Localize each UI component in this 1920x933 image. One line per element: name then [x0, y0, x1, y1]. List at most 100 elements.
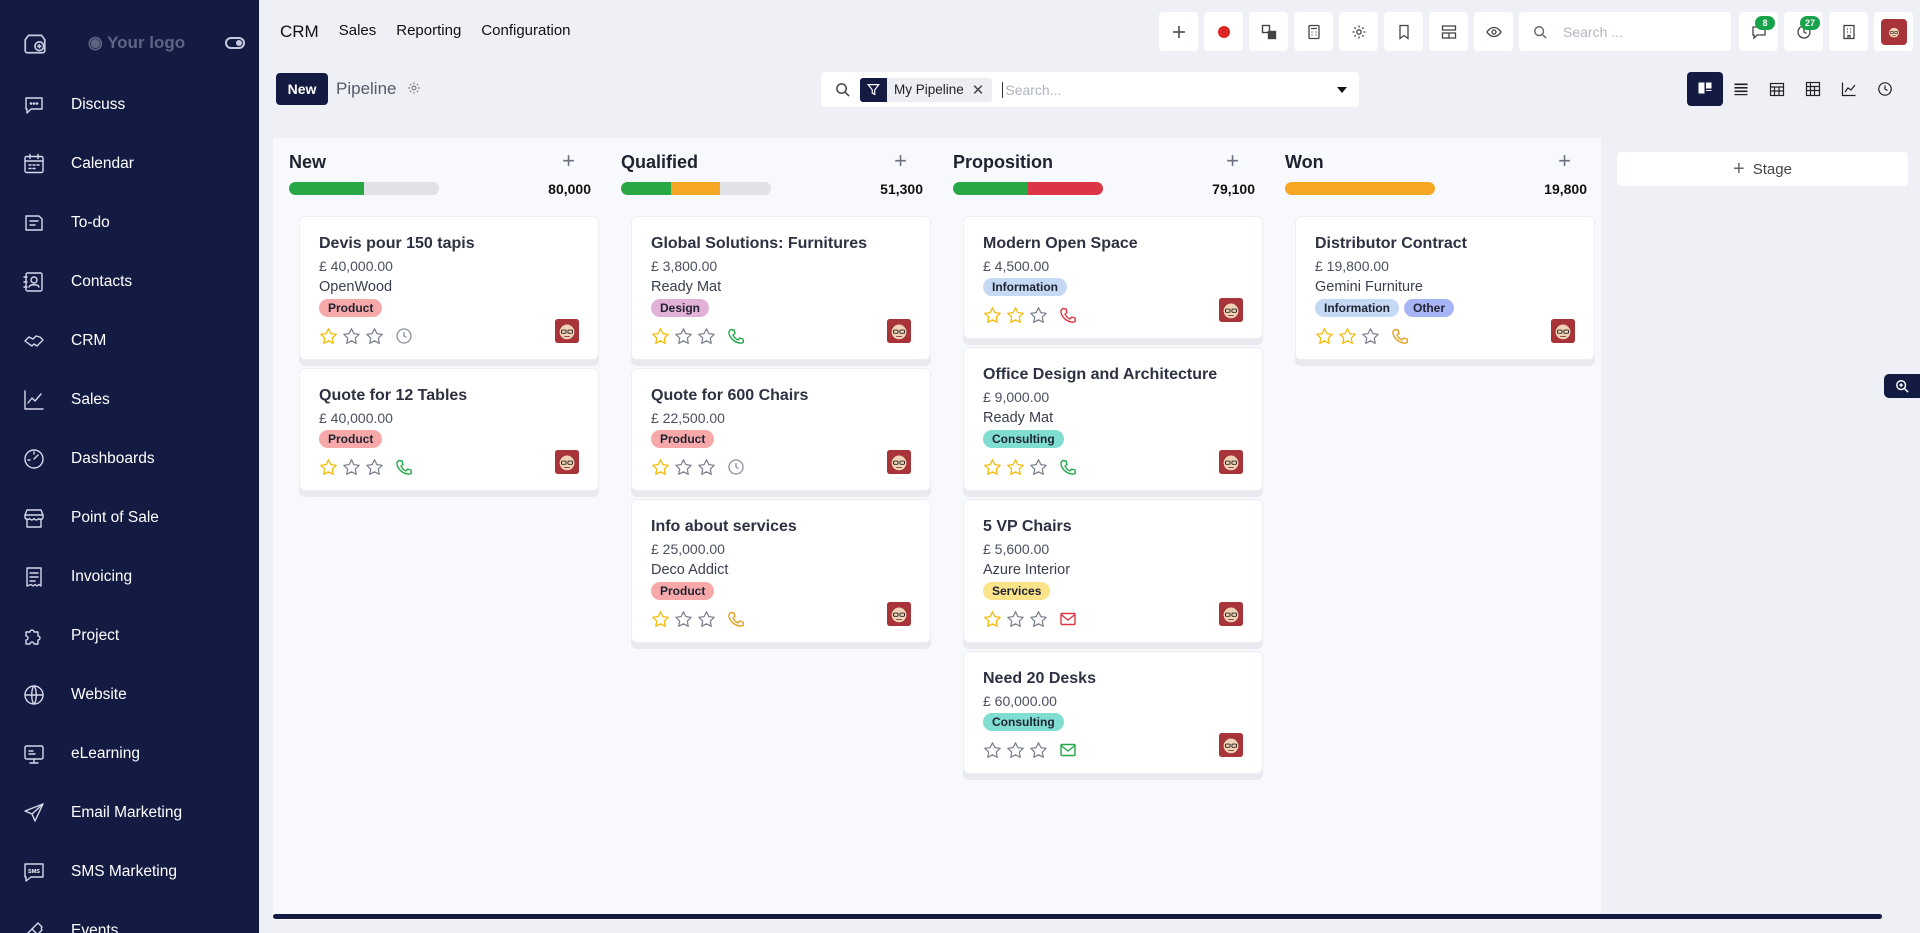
priority-star-icon[interactable] — [697, 458, 716, 477]
priority-star-icon[interactable] — [651, 458, 670, 477]
avatar[interactable] — [1219, 733, 1243, 757]
sidebar-item-elearning[interactable]: eLearning — [0, 724, 259, 783]
sidebar-item-website[interactable]: Website — [0, 665, 259, 724]
sidebar-item-to-do[interactable]: To-do — [0, 193, 259, 252]
opportunity-card[interactable]: Quote for 12 Tables £ 40,000.00 Product — [299, 368, 599, 491]
activities-button[interactable]: 27 — [1784, 12, 1823, 51]
translate-button[interactable] — [1249, 12, 1288, 51]
calculator-button[interactable] — [1294, 12, 1333, 51]
activity-view-button[interactable] — [1867, 72, 1903, 106]
priority-star-icon[interactable] — [1029, 458, 1048, 477]
priority-star-icon[interactable] — [651, 610, 670, 629]
new-button[interactable]: New — [276, 73, 328, 105]
priority-star-icon[interactable] — [319, 327, 338, 346]
quick-add-icon[interactable]: + — [562, 148, 575, 174]
priority-star-icon[interactable] — [1315, 327, 1334, 346]
avatar[interactable] — [887, 319, 911, 343]
avatar[interactable] — [1219, 602, 1243, 626]
layout-button[interactable] — [1429, 12, 1468, 51]
sidebar-item-dashboards[interactable]: Dashboards — [0, 429, 259, 488]
avatar[interactable] — [555, 450, 579, 474]
sidebar-item-calendar[interactable]: Calendar — [0, 134, 259, 193]
graph-view-button[interactable] — [1831, 72, 1867, 106]
priority-star-icon[interactable] — [1006, 306, 1025, 325]
priority-star-icon[interactable] — [319, 458, 338, 477]
progress-segment[interactable] — [621, 182, 671, 195]
company-switch-button[interactable] — [1829, 12, 1868, 51]
priority-star-icon[interactable] — [651, 327, 670, 346]
pivot-view-button[interactable] — [1795, 72, 1831, 106]
avatar[interactable] — [1219, 298, 1243, 322]
opportunity-card[interactable]: Modern Open Space £ 4,500.00 Information — [963, 216, 1263, 339]
priority-star-icon[interactable] — [674, 610, 693, 629]
phone-icon[interactable] — [727, 610, 745, 628]
sidebar-item-contacts[interactable]: Contacts — [0, 252, 259, 311]
avatar[interactable] — [555, 319, 579, 343]
progress-segment[interactable] — [670, 182, 720, 195]
priority-star-icon[interactable] — [674, 327, 693, 346]
priority-star-icon[interactable] — [1006, 610, 1025, 629]
priority-star-icon[interactable] — [342, 327, 361, 346]
sidebar-item-sms-marketing[interactable]: SMS SMS Marketing — [0, 842, 259, 901]
opportunity-card[interactable]: 5 VP Chairs £ 5,600.00 Azure Interior Servi… — [963, 499, 1263, 643]
phone-icon[interactable] — [1059, 458, 1077, 476]
priority-star-icon[interactable] — [1361, 327, 1380, 346]
filter-facet[interactable]: My Pipeline ✕ — [860, 77, 993, 102]
priority-star-icon[interactable] — [365, 327, 384, 346]
kanban-view-button[interactable] — [1687, 72, 1723, 106]
sidebar-item-email-marketing[interactable]: Email Marketing — [0, 783, 259, 842]
phone-icon[interactable] — [1059, 306, 1077, 324]
opportunity-card[interactable]: Office Design and Architecture £ 9,000.00… — [963, 347, 1263, 491]
quick-create-button[interactable] — [1159, 12, 1198, 51]
phone-icon[interactable] — [1391, 327, 1409, 345]
avatar[interactable] — [1551, 319, 1575, 343]
progress-segment[interactable] — [953, 182, 1028, 195]
zoom-in-button[interactable] — [1884, 374, 1920, 398]
priority-star-icon[interactable] — [697, 610, 716, 629]
avatar[interactable] — [1219, 450, 1243, 474]
close-icon[interactable]: ✕ — [972, 81, 993, 99]
menu-sales[interactable]: Sales — [339, 22, 377, 42]
priority-star-icon[interactable] — [1029, 306, 1048, 325]
sidebar-item-discuss[interactable]: Discuss — [0, 75, 259, 134]
priority-star-icon[interactable] — [983, 610, 1002, 629]
settings-button[interactable] — [1339, 12, 1378, 51]
gear-icon[interactable] — [407, 81, 421, 95]
avatar[interactable] — [887, 450, 911, 474]
priority-star-icon[interactable] — [983, 306, 1002, 325]
quick-add-icon[interactable]: + — [1226, 148, 1239, 174]
priority-star-icon[interactable] — [1006, 458, 1025, 477]
app-brand[interactable]: CRM — [280, 22, 319, 42]
phone-icon[interactable] — [727, 327, 745, 345]
opportunity-card[interactable]: Quote for 600 Chairs £ 22,500.00 Product — [631, 368, 931, 491]
priority-star-icon[interactable] — [674, 458, 693, 477]
column-title[interactable]: Proposition — [953, 152, 1053, 172]
quick-add-icon[interactable]: + — [894, 148, 907, 174]
add-stage-button[interactable]: + Stage — [1617, 152, 1908, 186]
chevron-down-icon[interactable] — [1337, 86, 1347, 93]
list-view-button[interactable] — [1723, 72, 1759, 106]
column-title[interactable]: New — [289, 152, 326, 172]
sidebar-item-project[interactable]: Project — [0, 606, 259, 665]
messages-button[interactable]: 8 — [1739, 12, 1778, 51]
sidebar-item-events[interactable]: Events — [0, 901, 259, 933]
global-search-input[interactable] — [1563, 23, 1713, 40]
opportunity-card[interactable]: Info about services £ 25,000.00 Deco Addic… — [631, 499, 931, 643]
user-menu-button[interactable] — [1874, 12, 1913, 51]
progress-segment[interactable] — [289, 182, 364, 195]
horizontal-scrollbar[interactable] — [273, 914, 1882, 919]
bookmark-button[interactable] — [1384, 12, 1423, 51]
sidebar-item-invoicing[interactable]: Invoicing — [0, 547, 259, 606]
sidebar-toggle-icon[interactable] — [225, 37, 245, 49]
priority-star-icon[interactable] — [1029, 610, 1048, 629]
envelope-icon[interactable] — [1059, 610, 1077, 628]
opportunity-card[interactable]: Global Solutions: Furnitures £ 3,800.00 Re… — [631, 216, 931, 360]
priority-star-icon[interactable] — [697, 327, 716, 346]
clock-icon[interactable] — [727, 458, 745, 476]
envelope-icon[interactable] — [1059, 741, 1077, 759]
phone-icon[interactable] — [395, 458, 413, 476]
opportunity-card[interactable]: Devis pour 150 tapis £ 40,000.00 OpenWood P… — [299, 216, 599, 360]
priority-star-icon[interactable] — [1006, 741, 1025, 760]
sidebar-item-point-of-sale[interactable]: Point of Sale — [0, 488, 259, 547]
search-input[interactable] — [1002, 81, 1325, 98]
